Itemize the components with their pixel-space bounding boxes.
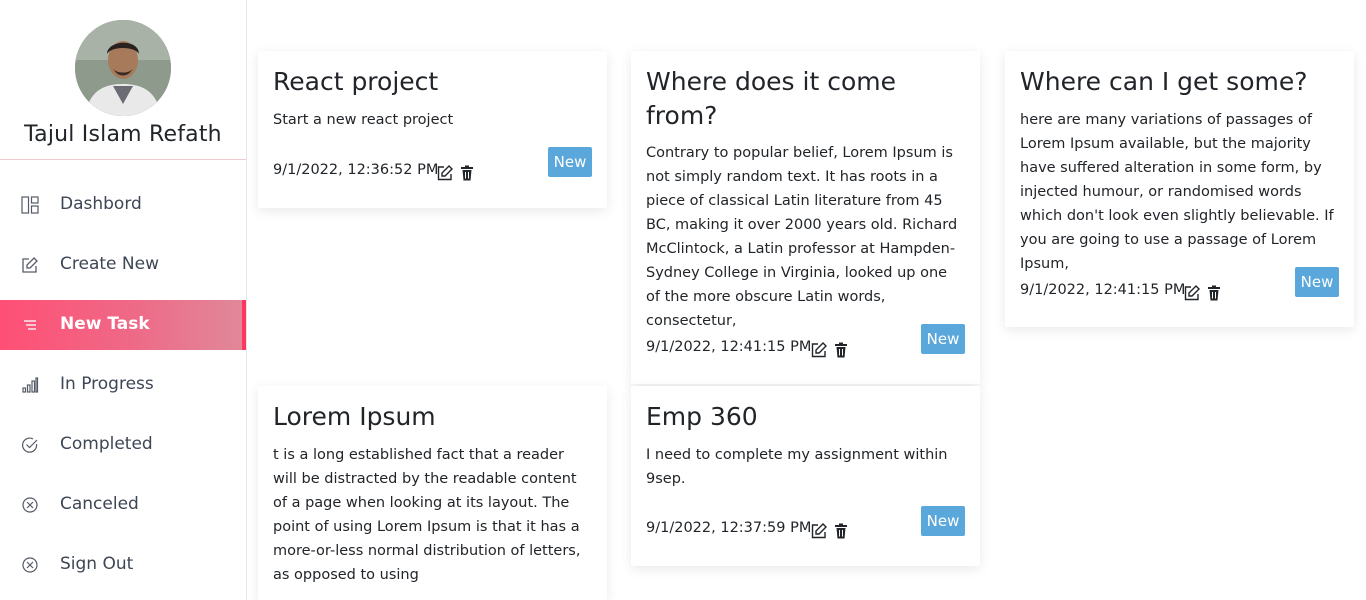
- edit-icon[interactable]: [811, 522, 827, 539]
- sidebar-item-in-progress[interactable]: In Progress: [0, 360, 246, 410]
- task-card: React project Start a new react project …: [258, 51, 607, 208]
- card-title: Where can I get some?: [1020, 67, 1308, 96]
- trash-icon[interactable]: [833, 523, 849, 539]
- sidebar-item-label: In Progress: [60, 374, 154, 394]
- card-date: 9/1/2022, 12:41:15 PM: [1020, 282, 1186, 298]
- bar-chart-icon: [21, 376, 39, 394]
- avatar: [75, 20, 171, 116]
- sidebar-item-canceled[interactable]: Canceled: [0, 480, 246, 530]
- card-date: 9/1/2022, 12:37:59 PM: [646, 520, 812, 536]
- sidebar-item-dashboard[interactable]: Dashbord: [0, 180, 246, 230]
- sidebar-item-sign-out[interactable]: Sign Out: [0, 540, 246, 590]
- sidebar: Tajul Islam Refath Dashbord Create New N…: [0, 0, 247, 600]
- trash-icon[interactable]: [833, 342, 849, 358]
- sidebar-item-label: Create New: [60, 254, 159, 274]
- edit-icon: [21, 256, 39, 274]
- status-badge[interactable]: New: [921, 324, 965, 354]
- task-card: Emp 360 I need to complete my assignment…: [631, 386, 980, 566]
- card-description: here are many variations of passages of …: [1020, 112, 1334, 272]
- status-badge[interactable]: New: [1295, 267, 1339, 297]
- card-date: 9/1/2022, 12:36:52 PM: [273, 162, 439, 178]
- edit-icon[interactable]: [437, 164, 453, 181]
- card-description: Start a new react project: [273, 112, 454, 128]
- card-actions: [437, 162, 481, 181]
- card-description: Contrary to popular belief, Lorem Ipsum …: [646, 145, 958, 329]
- card-actions: [1184, 282, 1228, 301]
- sidebar-item-new-task[interactable]: New Task: [0, 300, 246, 350]
- sidebar-item-label: Sign Out: [60, 554, 134, 574]
- edit-icon[interactable]: [1184, 284, 1200, 301]
- card-title: Lorem Ipsum: [273, 402, 436, 431]
- dashboard-icon: [21, 196, 39, 214]
- card-actions: [811, 339, 855, 358]
- profile-name: Tajul Islam Refath: [24, 122, 222, 147]
- card-date: 9/1/2022, 12:41:15 PM: [646, 339, 812, 355]
- card-description: t is a long established fact that a read…: [273, 447, 581, 583]
- status-badge[interactable]: New: [548, 147, 592, 177]
- sidebar-item-label: Completed: [60, 434, 153, 454]
- x-circle-icon: [21, 496, 39, 514]
- task-card: Where does it come from? Contrary to pop…: [631, 51, 980, 384]
- sidebar-item-completed[interactable]: Completed: [0, 420, 246, 470]
- trash-icon[interactable]: [1206, 285, 1222, 301]
- sidebar-item-label: Canceled: [60, 494, 139, 514]
- card-actions: [811, 520, 855, 539]
- list-icon: [21, 316, 39, 334]
- card-description: I need to complete my assignment within …: [646, 447, 948, 487]
- card-title: React project: [273, 67, 439, 96]
- sidebar-item-label: New Task: [60, 314, 150, 334]
- sidebar-item-label: Dashbord: [60, 194, 142, 214]
- card-title: Emp 360: [646, 402, 758, 431]
- task-card: Lorem Ipsum t is a long established fact…: [258, 386, 607, 600]
- task-card: Where can I get some? here are many vari…: [1005, 51, 1354, 327]
- check-circle-icon: [21, 436, 39, 454]
- trash-icon[interactable]: [459, 165, 475, 181]
- sidebar-divider: [0, 159, 246, 160]
- edit-icon[interactable]: [811, 341, 827, 358]
- sidebar-item-create-new[interactable]: Create New: [0, 240, 246, 290]
- status-badge[interactable]: New: [921, 506, 965, 536]
- x-circle-icon: [21, 556, 39, 574]
- card-title: Where does it come from?: [646, 67, 896, 130]
